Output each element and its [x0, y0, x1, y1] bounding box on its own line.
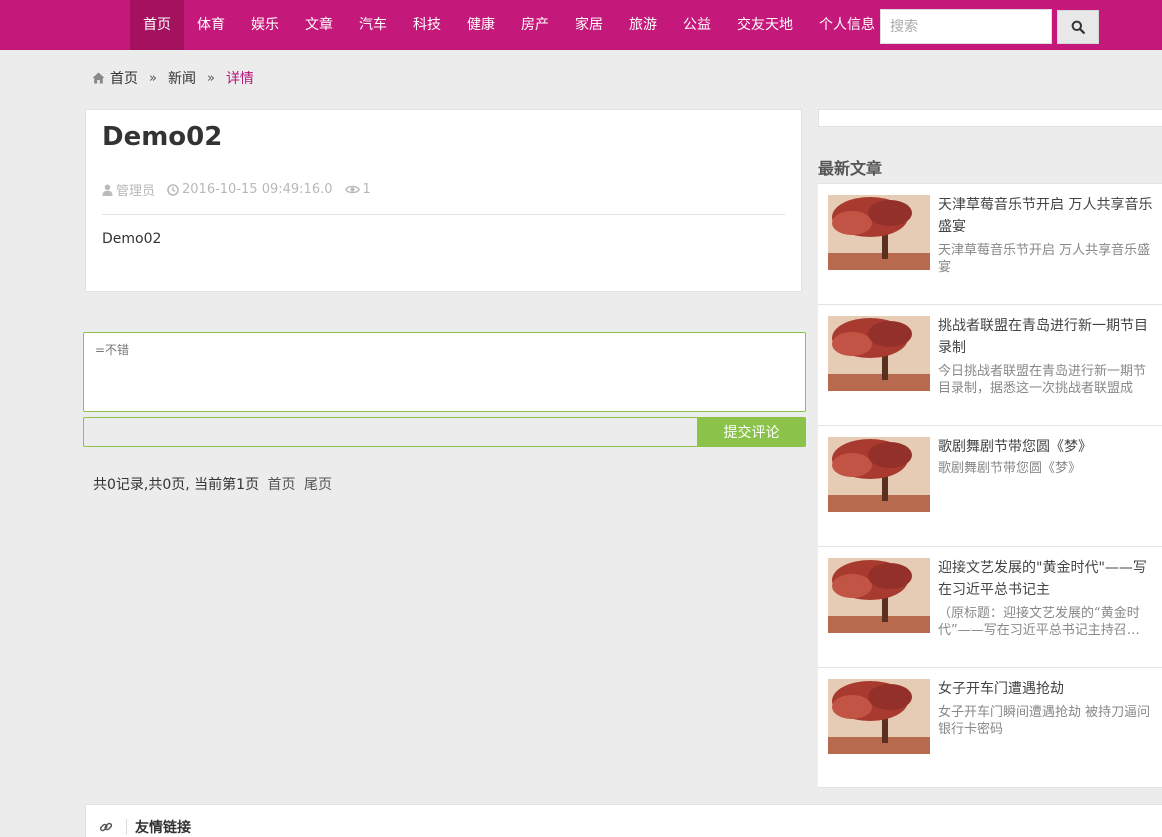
news-title[interactable]: 天津草莓音乐节开启 万人共享音乐盛宴: [938, 194, 1156, 238]
breadcrumb: 首页 » 新闻 » 详情: [92, 68, 254, 88]
submit-comment-button[interactable]: 提交评论: [697, 417, 806, 447]
pagination-summary: 共0记录,共0页, 当前第1页: [93, 477, 260, 493]
nav-item-home[interactable]: 首页: [130, 0, 184, 50]
nav-item-articles[interactable]: 文章: [292, 0, 346, 50]
article-date: 2016-10-15 09:49:16.0: [182, 182, 333, 197]
news-summary: 歌剧舞剧节带您圆《梦》: [938, 461, 1082, 476]
breadcrumb-news-link[interactable]: 新闻: [168, 68, 196, 88]
news-summary: 今日挑战者联盟在青岛进行新一期节目录制，据悉这一次挑战者联盟成员…: [938, 364, 1147, 396]
friend-links-title: 友情链接: [135, 820, 191, 836]
article-title: Demo02: [102, 122, 223, 152]
news-summary: 天津草莓音乐节开启 万人共享音乐盛宴: [938, 243, 1151, 275]
article-meta: 管理员 2016-10-15 09:49:16.0 1: [102, 180, 383, 199]
breadcrumb-home-link[interactable]: 首页: [110, 68, 138, 88]
breadcrumb-separator: »: [206, 70, 215, 86]
article-author: 管理员: [116, 184, 156, 199]
last-page-link[interactable]: 尾页: [304, 477, 332, 493]
clock-icon: [167, 183, 179, 196]
latest-articles-list: 天津草莓音乐节开启 万人共享音乐盛宴 天津草莓音乐节开启 万人共享音乐盛宴 挑战…: [818, 183, 1162, 788]
article-body: Demo02: [102, 231, 162, 247]
nav-item-profile[interactable]: 个人信息: [806, 0, 888, 50]
nav-item-realestate[interactable]: 房产: [508, 0, 562, 50]
news-title[interactable]: 挑战者联盟在青岛进行新一期节目录制: [938, 315, 1156, 359]
search-input[interactable]: [880, 9, 1052, 44]
news-title[interactable]: 歌剧舞剧节带您圆《梦》: [938, 436, 1156, 458]
author-meta: 管理员: [102, 180, 155, 199]
comment-submit-bar: 提交评论: [83, 417, 806, 447]
nav-item-auto[interactable]: 汽车: [346, 0, 400, 50]
list-item[interactable]: 迎接文艺发展的"黄金时代"——写在习近平总书记主 （原标题：迎接文艺发展的“黄金…: [818, 547, 1162, 668]
top-navbar: 首页 体育 娱乐 文章 汽车 科技 健康 房产 家居 旅游 公益 交友天地 个人…: [0, 0, 1162, 50]
date-meta: 2016-10-15 09:49:16.0: [167, 182, 333, 197]
nav-item-sports[interactable]: 体育: [184, 0, 238, 50]
nav-item-entertainment[interactable]: 娱乐: [238, 0, 292, 50]
news-thumbnail[interactable]: [828, 437, 930, 512]
pagination: 共0记录,共0页, 当前第1页 首页 尾页: [93, 474, 332, 494]
sidebar-top-box: [818, 109, 1162, 127]
nav-item-social[interactable]: 交友天地: [724, 0, 806, 50]
user-icon: [102, 184, 113, 196]
list-item[interactable]: 挑战者联盟在青岛进行新一期节目录制 今日挑战者联盟在青岛进行新一期节目录制，据悉…: [818, 305, 1162, 426]
first-page-link[interactable]: 首页: [268, 477, 296, 493]
news-thumbnail[interactable]: [828, 316, 930, 391]
nav-item-home-decor[interactable]: 家居: [562, 0, 616, 50]
nav-menu: 首页 体育 娱乐 文章 汽车 科技 健康 房产 家居 旅游 公益 交友天地 个人…: [130, 0, 888, 50]
list-item[interactable]: 女子开车门遭遇抢劫 女子开车门瞬间遭遇抢劫 被持刀逼问银行卡密码: [818, 668, 1162, 789]
link-icon: [99, 819, 113, 837]
breadcrumb-separator: »: [149, 70, 157, 86]
search-icon: [1071, 20, 1085, 34]
breadcrumb-current: 详情: [225, 71, 254, 87]
article-card: Demo02 管理员 2016-10-15 09:49:16.0 1 Demo0…: [85, 109, 802, 292]
news-thumbnail[interactable]: [828, 679, 930, 754]
nav-item-travel[interactable]: 旅游: [616, 0, 670, 50]
eye-icon: [344, 185, 360, 194]
divider: [126, 819, 127, 835]
nav-item-charity[interactable]: 公益: [670, 0, 724, 50]
news-summary: （原标题：迎接文艺发展的“黄金时代”——写在习近平总书记主持召…: [938, 606, 1140, 638]
friend-links-bar: 友情链接: [85, 804, 1162, 837]
home-icon: [92, 72, 105, 84]
nav-item-health[interactable]: 健康: [454, 0, 508, 50]
latest-articles-heading: 最新文章: [818, 159, 883, 178]
news-title[interactable]: 女子开车门遭遇抢劫: [938, 678, 1156, 700]
comment-textarea[interactable]: =不错: [83, 332, 806, 412]
news-thumbnail[interactable]: [828, 558, 930, 633]
article-divider: [102, 214, 785, 215]
list-item[interactable]: 天津草莓音乐节开启 万人共享音乐盛宴 天津草莓音乐节开启 万人共享音乐盛宴: [818, 184, 1162, 305]
search-button[interactable]: [1057, 10, 1099, 44]
news-title[interactable]: 迎接文艺发展的"黄金时代"——写在习近平总书记主: [938, 557, 1156, 601]
news-summary: 女子开车门瞬间遭遇抢劫 被持刀逼问银行卡密码: [938, 705, 1151, 737]
news-thumbnail[interactable]: [828, 195, 930, 270]
nav-item-tech[interactable]: 科技: [400, 0, 454, 50]
article-views: 1: [362, 182, 371, 197]
views-meta: 1: [344, 182, 371, 197]
list-item[interactable]: 歌剧舞剧节带您圆《梦》 歌剧舞剧节带您圆《梦》: [818, 426, 1162, 547]
